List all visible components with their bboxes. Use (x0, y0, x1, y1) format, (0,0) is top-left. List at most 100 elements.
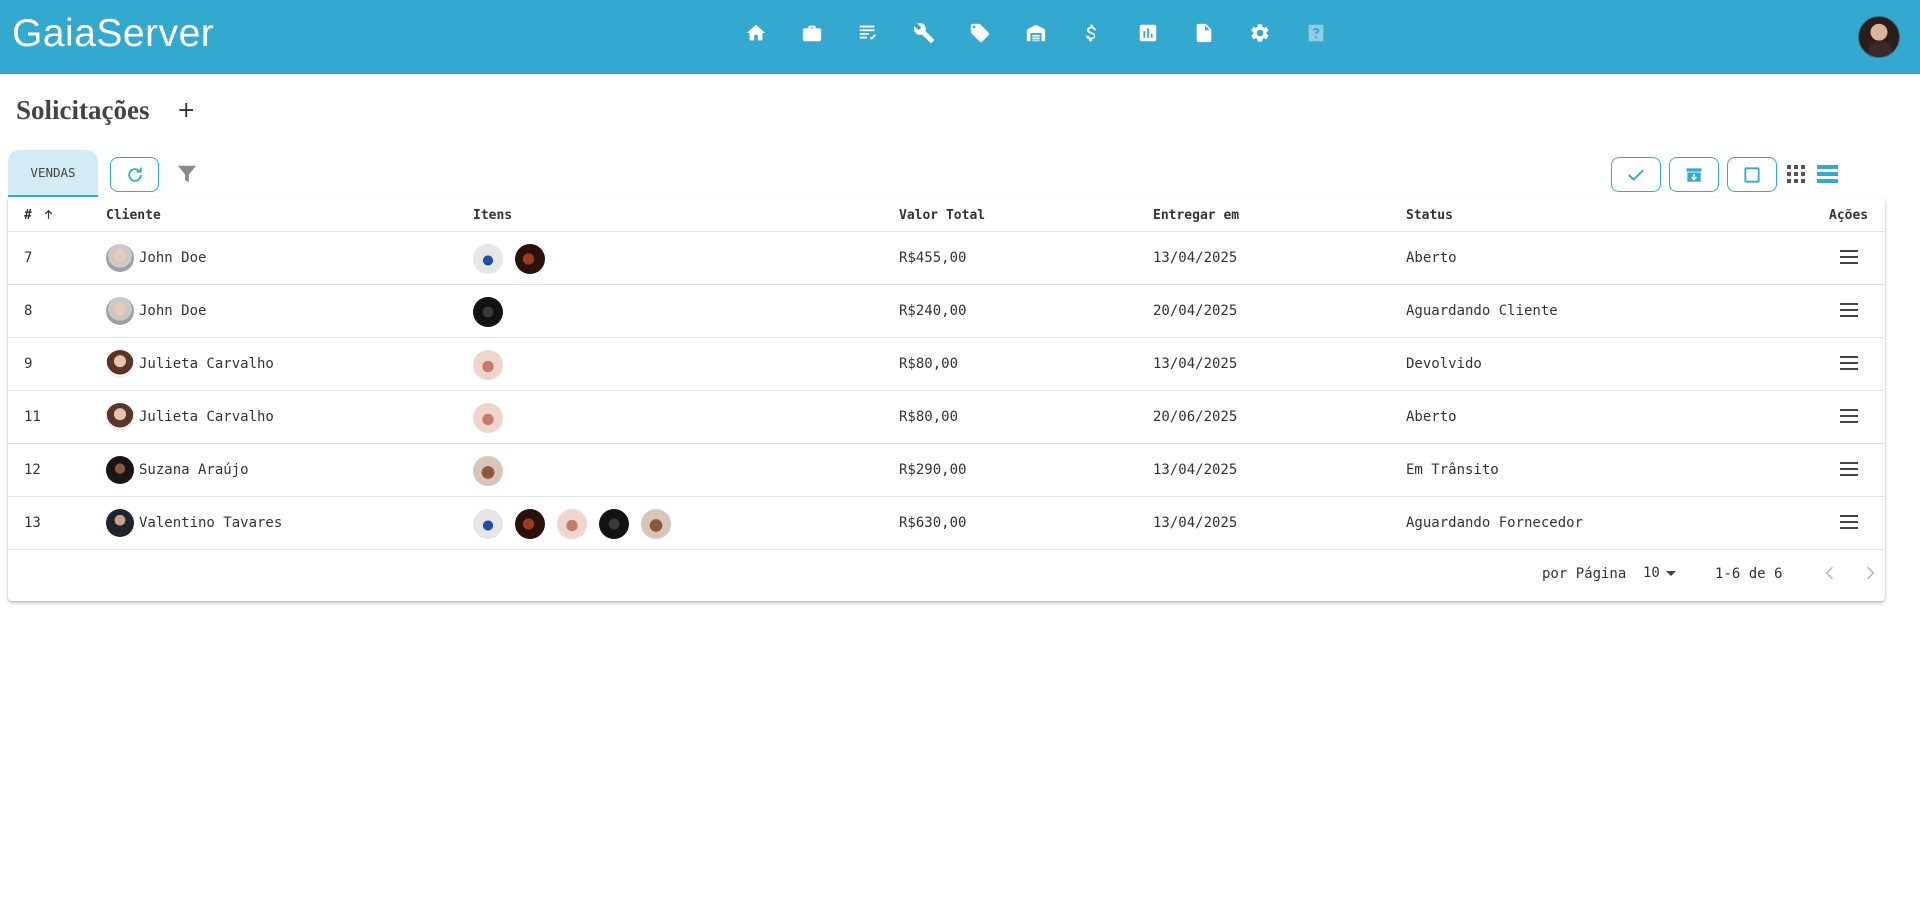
status-text: Aberto (1406, 250, 1457, 266)
briefcase-icon (802, 25, 822, 42)
col-deliver[interactable]: Entregar em (1153, 208, 1239, 223)
table-row[interactable]: 11 Julieta Carvalho R$80,00 20/06/2025 A… (8, 391, 1885, 444)
nav-checklist[interactable] (840, 15, 896, 51)
nav-documents[interactable] (1176, 15, 1232, 51)
client-cell: John Doe (106, 244, 206, 272)
product-thumbnail[interactable] (515, 509, 545, 539)
avatar (106, 509, 134, 537)
client-cell: Julieta Carvalho (106, 403, 274, 431)
pagination-range: 1-6 de 6 (1715, 566, 1783, 582)
nav-reports[interactable] (1120, 15, 1176, 51)
avatar (106, 244, 134, 272)
chevron-right-icon[interactable] (1860, 563, 1880, 583)
top-navbar: GaiaServer (0, 0, 1920, 74)
product-thumbnail[interactable] (557, 509, 587, 539)
nav-warehouse[interactable] (1008, 15, 1064, 51)
items-cell (473, 297, 503, 327)
refresh-icon (127, 166, 142, 182)
col-items[interactable]: Itens (473, 208, 512, 223)
col-client[interactable]: Cliente (106, 208, 161, 223)
per-page-label: por Página (1542, 566, 1627, 582)
archive-button[interactable] (1669, 157, 1719, 192)
row-id: 11 (24, 409, 41, 425)
gear-icon (1251, 24, 1269, 42)
delivery-date: 13/04/2025 (1153, 515, 1238, 531)
filter-icon[interactable] (176, 162, 198, 186)
status-text: Aguardando Cliente (1406, 303, 1558, 319)
checkbox-icon (1744, 166, 1760, 183)
items-cell (473, 509, 671, 539)
product-thumbnail[interactable] (473, 403, 503, 433)
app-logo[interactable]: GaiaServer (12, 12, 214, 56)
nav-settings[interactable] (1232, 15, 1288, 51)
grid-view-icon[interactable] (1787, 165, 1805, 183)
product-thumbnail[interactable] (473, 456, 503, 486)
per-page-select[interactable]: 10 (1643, 565, 1676, 581)
col-id[interactable]: # (24, 208, 55, 223)
total-value: R$630,00 (899, 515, 967, 531)
delivery-date: 13/04/2025 (1153, 250, 1238, 266)
warehouse-icon (1026, 24, 1046, 42)
delivery-date: 13/04/2025 (1153, 356, 1238, 372)
product-thumbnail[interactable] (473, 509, 503, 539)
main-nav (728, 15, 1344, 51)
user-avatar[interactable] (1858, 16, 1900, 58)
nav-briefcase[interactable] (784, 15, 840, 51)
product-thumbnail[interactable] (473, 244, 503, 274)
table-row[interactable]: 12 Suzana Araújo R$290,00 13/04/2025 Em … (8, 444, 1885, 497)
page-title: Solicitações (16, 95, 150, 125)
nav-tools[interactable] (896, 15, 952, 51)
row-id: 8 (24, 303, 33, 319)
avatar (106, 350, 134, 378)
product-thumbnail[interactable] (599, 509, 629, 539)
col-status[interactable]: Status (1406, 208, 1453, 223)
row-menu-button[interactable] (1840, 409, 1858, 423)
status-text: Devolvido (1406, 356, 1482, 372)
nav-home[interactable] (728, 15, 784, 51)
row-menu-button[interactable] (1840, 462, 1858, 476)
avatar (106, 297, 134, 325)
table-pagination: por Página 10 1-6 de 6 (8, 548, 1885, 601)
tab-vendas[interactable]: VENDAS (8, 150, 98, 197)
col-total[interactable]: Valor Total (899, 208, 985, 223)
row-menu-button[interactable] (1840, 356, 1858, 370)
table-row[interactable]: 8 John Doe R$240,00 20/04/2025 Aguardand… (8, 285, 1885, 338)
client-name: Valentino Tavares (139, 515, 283, 531)
select-all-button[interactable] (1727, 157, 1777, 192)
chevron-left-icon[interactable] (1820, 563, 1840, 583)
table-row[interactable]: 7 John Doe R$455,00 13/04/2025 Aberto (8, 232, 1885, 285)
row-menu-button[interactable] (1840, 303, 1858, 317)
nav-finance[interactable] (1064, 15, 1120, 51)
table-row[interactable]: 9 Julieta Carvalho R$80,00 13/04/2025 De… (8, 338, 1885, 391)
client-name: Julieta Carvalho (139, 409, 274, 425)
add-request-button[interactable]: + (177, 98, 195, 123)
total-value: R$455,00 (899, 250, 967, 266)
wrench-icon (913, 23, 935, 44)
list-view-icon[interactable] (1817, 164, 1838, 184)
chevron-down-icon (1665, 570, 1676, 576)
total-value: R$240,00 (899, 303, 967, 319)
product-thumbnail[interactable] (473, 350, 503, 380)
nav-tags[interactable] (952, 15, 1008, 51)
table-row[interactable]: 13 Valentino Tavares R$630,00 13/04/2025… (8, 497, 1885, 550)
client-cell: Valentino Tavares (106, 509, 282, 537)
nav-help[interactable] (1288, 15, 1344, 51)
row-menu-button[interactable] (1840, 515, 1858, 529)
client-name: John Doe (139, 250, 207, 266)
product-thumbnail[interactable] (515, 244, 545, 274)
dollar-icon (1085, 24, 1096, 42)
refresh-button[interactable] (110, 157, 159, 192)
chart-icon (1139, 24, 1157, 42)
status-text: Aguardando Fornecedor (1406, 515, 1584, 531)
per-page-value: 10 (1643, 565, 1660, 581)
client-name: Suzana Araújo (139, 462, 249, 478)
product-thumbnail[interactable] (473, 297, 503, 327)
row-menu-button[interactable] (1840, 250, 1858, 264)
items-cell (473, 350, 503, 380)
archive-icon (1686, 167, 1702, 182)
approve-button[interactable] (1611, 157, 1661, 192)
status-text: Aberto (1406, 409, 1457, 425)
product-thumbnail[interactable] (641, 509, 671, 539)
delivery-date: 20/06/2025 (1153, 409, 1238, 425)
row-id: 13 (24, 515, 41, 531)
